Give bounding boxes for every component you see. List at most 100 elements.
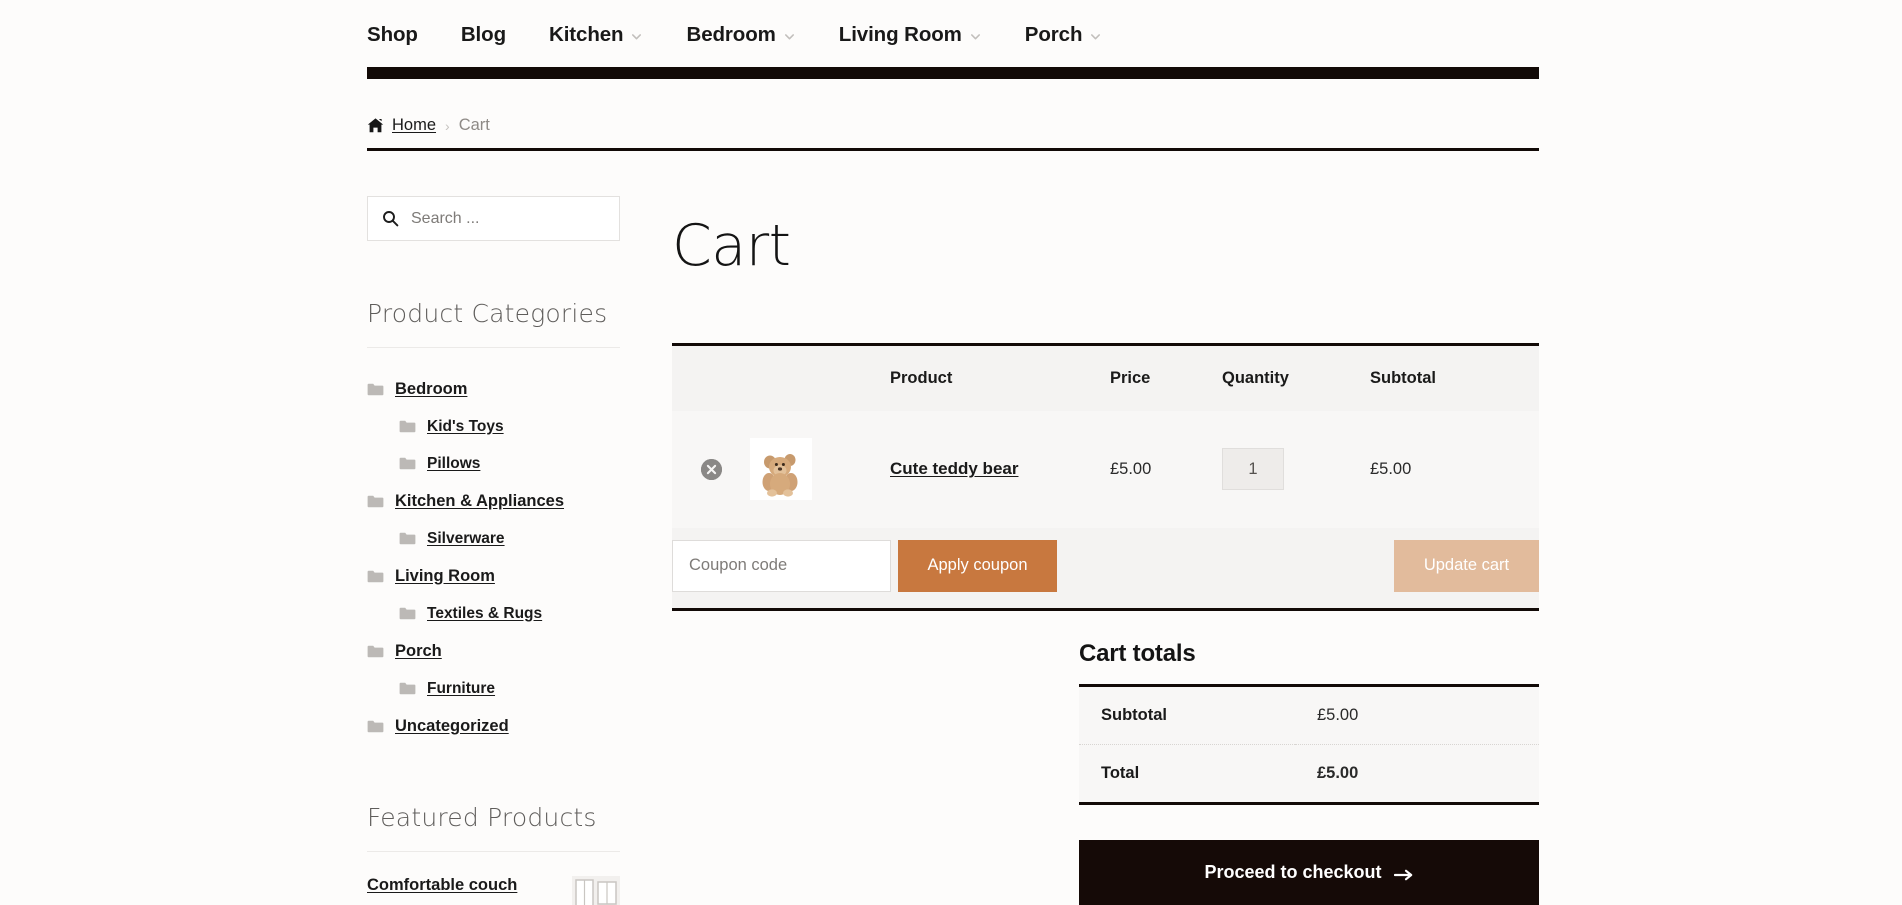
- category-list: Bedroom Kid's Toys Pillows Kitchen & App…: [367, 348, 620, 745]
- search-icon: [382, 210, 399, 227]
- featured-product-item[interactable]: Comfortable couch: [367, 852, 620, 905]
- breadcrumb-home-link[interactable]: Home: [392, 116, 436, 135]
- featured-product-name: Comfortable couch: [367, 876, 518, 894]
- category-link: Textiles & Rugs: [427, 604, 543, 622]
- cell-quantity: [1222, 411, 1370, 528]
- cart-table-body: Cute teddy bear £5.00 £5.00: [672, 410, 1539, 528]
- category-item-porch[interactable]: Porch: [367, 632, 620, 670]
- cell-subtotal: £5.00: [1370, 459, 1412, 478]
- nav-item-blog[interactable]: Blog: [461, 23, 506, 47]
- cell-thumbnail: [750, 411, 890, 528]
- product-name-link[interactable]: Cute teddy bear: [890, 459, 1018, 478]
- category-link: Uncategorized: [395, 716, 509, 735]
- category-item-pillows[interactable]: Pillows: [367, 445, 620, 482]
- totals-value: £5.00: [1295, 685, 1539, 745]
- category-link: Porch: [395, 641, 442, 660]
- proceed-to-checkout-button[interactable]: Proceed to checkout: [1079, 840, 1539, 905]
- cart-table-header-row: Product Price Quantity Subtotal: [672, 344, 1539, 411]
- cell-remove: [672, 411, 750, 528]
- category-link: Silverware: [427, 529, 505, 547]
- category-link: Pillows: [427, 454, 481, 472]
- chevron-down-icon: [783, 30, 796, 43]
- folder-icon: [367, 570, 384, 583]
- column-header-price: Price: [1110, 369, 1151, 388]
- search-input-placeholder: Search ...: [411, 209, 480, 227]
- column-header-remove: [672, 345, 750, 411]
- cart-totals-table: Subtotal £5.00 Total £5.00: [1079, 684, 1539, 805]
- product-categories-title: Product Categories: [367, 299, 620, 348]
- folder-icon: [399, 607, 416, 620]
- nav-item-kitchen[interactable]: Kitchen: [549, 23, 643, 47]
- nav-item-living-room[interactable]: Living Room: [839, 23, 982, 47]
- header-divider-bar: [367, 67, 1539, 79]
- apply-coupon-button[interactable]: Apply coupon: [898, 539, 1057, 592]
- category-item-furniture[interactable]: Furniture: [367, 670, 620, 707]
- arrow-right-icon: [1393, 866, 1414, 880]
- category-item-living-room[interactable]: Living Room: [367, 557, 620, 595]
- folder-icon: [399, 457, 416, 470]
- category-item-kitchen-appliances[interactable]: Kitchen & Appliances: [367, 482, 620, 520]
- cart-page: Shop Blog Kitchen Bedroom Living Room Po…: [0, 0, 1902, 905]
- column-header-product: Product: [890, 369, 953, 388]
- featured-products-title: Featured Products: [367, 803, 620, 852]
- folder-icon: [367, 645, 384, 658]
- product-thumbnail[interactable]: [750, 438, 812, 501]
- cart-totals-title: Cart totals: [1079, 640, 1196, 667]
- breadcrumb-separator: ›: [445, 117, 450, 134]
- remove-item-button[interactable]: [701, 458, 722, 480]
- folder-icon: [399, 532, 416, 545]
- folder-icon: [367, 495, 384, 508]
- sidebar: Search ... Product Categories Bedroom Ki…: [367, 196, 620, 905]
- nav-items: Shop Blog Kitchen Bedroom Living Room Po…: [367, 23, 1102, 47]
- cell-product: Cute teddy bear: [890, 411, 1110, 528]
- cart-content: Cart Product Price Quantity Subtotal Cut…: [672, 180, 1539, 611]
- chevron-down-icon: [630, 30, 643, 43]
- category-item-bedroom[interactable]: Bedroom: [367, 370, 620, 408]
- column-header-quantity: Quantity: [1222, 369, 1289, 388]
- category-link: Kitchen & Appliances: [395, 491, 565, 510]
- category-item-textiles-rugs[interactable]: Textiles & Rugs: [367, 595, 620, 632]
- nav-item-label: Porch: [1024, 23, 1083, 46]
- chevron-down-icon: [1089, 30, 1102, 43]
- cart-totals: Cart totals Subtotal £5.00 Total £5.00: [1079, 640, 1539, 805]
- quantity-input[interactable]: [1222, 448, 1284, 491]
- category-item-uncategorized[interactable]: Uncategorized: [367, 707, 620, 745]
- nav-item-bedroom[interactable]: Bedroom: [686, 23, 795, 47]
- breadcrumb-current: Cart: [458, 116, 490, 134]
- cart-table-head: Product Price Quantity Subtotal: [672, 344, 1539, 411]
- category-link: Kid's Toys: [427, 417, 504, 435]
- featured-products-widget: Featured Products Comfortable couch: [367, 803, 620, 905]
- nav-item-label: Kitchen: [549, 23, 624, 46]
- nav-item-shop[interactable]: Shop: [367, 23, 418, 47]
- category-item-kids-toys[interactable]: Kid's Toys: [367, 408, 620, 445]
- search-box[interactable]: Search ...: [367, 196, 620, 241]
- folder-icon: [399, 682, 416, 695]
- column-header-subtotal: Subtotal: [1370, 369, 1436, 388]
- totals-label: Total: [1079, 744, 1295, 805]
- totals-row-subtotal: Subtotal £5.00: [1079, 685, 1539, 745]
- home-icon: [367, 117, 384, 134]
- totals-value: £5.00: [1295, 744, 1539, 805]
- main-navigation: Shop Blog Kitchen Bedroom Living Room Po…: [0, 0, 1902, 70]
- product-categories-widget: Product Categories Bedroom Kid's Toys Pi…: [367, 299, 620, 745]
- cell-price: £5.00: [1110, 459, 1152, 478]
- update-cart-button[interactable]: Update cart: [1394, 539, 1539, 592]
- category-link: Furniture: [427, 679, 496, 697]
- category-link: Living Room: [395, 566, 495, 585]
- folder-icon: [367, 383, 384, 396]
- nav-item-label: Living Room: [838, 23, 962, 46]
- table-row: Cute teddy bear £5.00 £5.00: [672, 410, 1539, 528]
- cart-table: Product Price Quantity Subtotal Cute ted…: [672, 343, 1539, 528]
- checkout-button-label: Proceed to checkout: [1204, 862, 1382, 882]
- page-title: Cart: [672, 213, 791, 280]
- coupon-row: Apply coupon Update cart: [672, 527, 1539, 611]
- category-item-silverware[interactable]: Silverware: [367, 520, 620, 557]
- nav-item-porch[interactable]: Porch: [1025, 23, 1103, 47]
- totals-row-total: Total £5.00: [1079, 744, 1539, 805]
- coupon-code-input[interactable]: [672, 539, 891, 592]
- nav-item-label: Bedroom: [686, 23, 776, 46]
- folder-icon: [367, 720, 384, 733]
- column-header-thumbnail: [750, 345, 890, 411]
- totals-label: Subtotal: [1079, 685, 1295, 745]
- folder-icon: [399, 420, 416, 433]
